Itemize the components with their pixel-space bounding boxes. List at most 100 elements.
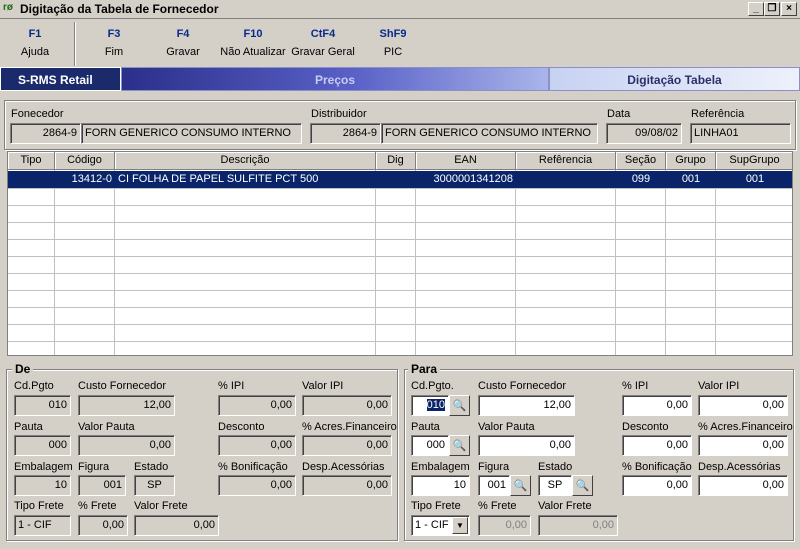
- distribuidor-code-field[interactable]: 2864-9: [310, 123, 381, 144]
- para-estado-label: Estado: [538, 461, 573, 473]
- banner-screen: Digitação Tabela: [549, 67, 800, 91]
- de-tipo-frete-label: Tipo Frete: [14, 500, 64, 512]
- toolbar-f1-ajuda[interactable]: F1 Ajuda: [12, 28, 58, 58]
- de-pct-frete-field[interactable]: 0,00: [78, 515, 128, 536]
- para-embalagem-label: Embalagem: [411, 461, 470, 473]
- para-acres-input[interactable]: 0,00: [698, 435, 788, 456]
- items-grid[interactable]: Tipo Código Descrição Dig EAN Refêrencia…: [7, 151, 793, 356]
- fornecedor-name-field[interactable]: FORN GENERICO CONSUMO INTERNO: [81, 123, 302, 144]
- para-estado-input[interactable]: SP: [538, 475, 572, 496]
- para-pauta-search-button[interactable]: 🔍: [449, 435, 470, 456]
- para-custo-label: Custo Fornecedor: [478, 380, 567, 392]
- para-valor-ipi-input[interactable]: 0,00: [698, 395, 788, 416]
- col-header-secao[interactable]: Seção: [616, 152, 666, 170]
- de-desp-field[interactable]: 0,00: [302, 475, 392, 496]
- cell-descricao[interactable]: CI FOLHA DE PAPEL SULFITE PCT 500: [118, 171, 374, 188]
- binoculars-icon: 🔍: [452, 400, 467, 412]
- toolbar-ctf4-gravar-geral[interactable]: CtF4 Gravar Geral: [290, 28, 356, 58]
- toolbar-f10-nao-atualizar[interactable]: F10 Não Atualizar: [218, 28, 288, 58]
- de-custo-field[interactable]: 12,00: [78, 395, 175, 416]
- fkey-code: F3: [107, 28, 121, 40]
- para-estado-search-button[interactable]: 🔍: [572, 475, 593, 496]
- para-figura-input[interactable]: 001: [478, 475, 510, 496]
- para-pct-frete-field[interactable]: 0,00: [478, 515, 531, 536]
- para-valor-frete-field[interactable]: 0,00: [538, 515, 618, 536]
- restore-button[interactable]: ❐: [764, 2, 780, 16]
- para-pct-frete-label: % Frete: [478, 500, 517, 512]
- col-header-grupo[interactable]: Grupo: [666, 152, 716, 170]
- para-valor-pauta-input[interactable]: 0,00: [478, 435, 575, 456]
- col-header-descricao[interactable]: Descrição: [115, 152, 376, 170]
- de-desp-label: Desp.Acessórias: [302, 461, 385, 473]
- col-header-dig[interactable]: Dig: [376, 152, 416, 170]
- para-figura-search-button[interactable]: 🔍: [510, 475, 531, 496]
- col-header-ean[interactable]: EAN: [416, 152, 516, 170]
- de-tipo-frete-field[interactable]: 1 - CIF: [14, 515, 71, 536]
- para-bonif-input[interactable]: 0,00: [622, 475, 692, 496]
- para-custo-input[interactable]: 12,00: [478, 395, 575, 416]
- col-header-referencia[interactable]: Refêrencia: [516, 152, 616, 170]
- fkey-label: Não Atualizar: [220, 46, 286, 58]
- para-desconto-label: Desconto: [622, 421, 669, 433]
- de-acres-field[interactable]: 0,00: [302, 435, 392, 456]
- para-bonif-label: % Bonificação: [622, 461, 692, 473]
- col-header-tipo[interactable]: Tipo: [8, 152, 55, 170]
- de-legend: De: [12, 362, 34, 376]
- de-cd-pgto-field[interactable]: 010: [14, 395, 71, 416]
- fornecedor-code-field[interactable]: 2864-9: [10, 123, 81, 144]
- para-desp-input[interactable]: 0,00: [698, 475, 788, 496]
- cell-supgrupo[interactable]: 001: [716, 171, 792, 188]
- grid-line: [8, 188, 792, 189]
- de-valor-frete-label: Valor Frete: [134, 500, 188, 512]
- chevron-down-icon[interactable]: ▼: [452, 517, 468, 534]
- para-embalagem-input[interactable]: 10: [411, 475, 470, 496]
- de-valor-pauta-field[interactable]: 0,00: [78, 435, 175, 456]
- fkey-code: F10: [243, 28, 263, 40]
- para-cd-pgto-label: Cd.Pgto.: [411, 380, 454, 392]
- cell-dig[interactable]: [376, 171, 414, 188]
- col-header-codigo[interactable]: Código: [55, 152, 115, 170]
- de-embalagem-field[interactable]: 10: [14, 475, 71, 496]
- cell-codigo[interactable]: 13412-0: [55, 171, 112, 188]
- cell-secao[interactable]: 099: [616, 171, 666, 188]
- col-header-supgrupo[interactable]: SupGrupo: [716, 152, 792, 170]
- toolbar-separator: [74, 22, 76, 66]
- para-cd-pgto-search-button[interactable]: 🔍: [449, 395, 470, 416]
- de-estado-field[interactable]: SP: [134, 475, 175, 496]
- distribuidor-name-field[interactable]: FORN GENERICO CONSUMO INTERNO: [381, 123, 598, 144]
- de-bonif-field[interactable]: 0,00: [218, 475, 296, 496]
- grid-line: [8, 256, 792, 257]
- toolbar-f3-fim[interactable]: F3 Fim: [94, 28, 134, 58]
- cell-ean[interactable]: 3000001341208: [416, 171, 513, 188]
- grid-line: [515, 170, 516, 355]
- de-valor-ipi-field[interactable]: 0,00: [302, 395, 392, 416]
- toolbar-f4-gravar[interactable]: F4 Gravar: [160, 28, 206, 58]
- para-cd-pgto-input[interactable]: 010: [411, 395, 449, 416]
- data-field[interactable]: 09/08/02: [606, 123, 682, 144]
- para-pauta-input[interactable]: 000: [411, 435, 449, 456]
- referencia-field[interactable]: LINHA01: [690, 123, 791, 144]
- grid-line: [8, 239, 792, 240]
- de-ipi-field[interactable]: 0,00: [218, 395, 296, 416]
- para-ipi-input[interactable]: 0,00: [622, 395, 692, 416]
- close-button[interactable]: ×: [781, 2, 797, 16]
- cell-referencia[interactable]: [518, 171, 614, 188]
- de-figura-field[interactable]: 001: [78, 475, 126, 496]
- de-ipi-label: % IPI: [218, 380, 245, 392]
- de-valor-pauta-label: Valor Pauta: [78, 421, 135, 433]
- de-pauta-field[interactable]: 000: [14, 435, 71, 456]
- de-valor-frete-field[interactable]: 0,00: [134, 515, 219, 536]
- cell-grupo[interactable]: 001: [666, 171, 716, 188]
- cell-tipo[interactable]: [10, 171, 52, 188]
- fkey-code: CtF4: [310, 28, 336, 40]
- de-desconto-field[interactable]: 0,00: [218, 435, 296, 456]
- para-desconto-input[interactable]: 0,00: [622, 435, 692, 456]
- para-valor-ipi-label: Valor IPI: [698, 380, 740, 392]
- de-acres-label: % Acres.Financeiro: [302, 421, 397, 433]
- toolbar-shf9-pic[interactable]: ShF9 PIC: [370, 28, 416, 58]
- fkey-label: Fim: [104, 46, 124, 58]
- title-bar[interactable]: rø Digitação da Tabela de Fornecedor _ ❐…: [0, 0, 800, 19]
- minimize-button[interactable]: _: [748, 2, 764, 16]
- window-title: Digitação da Tabela de Fornecedor: [20, 2, 219, 16]
- grid-line: [8, 205, 792, 206]
